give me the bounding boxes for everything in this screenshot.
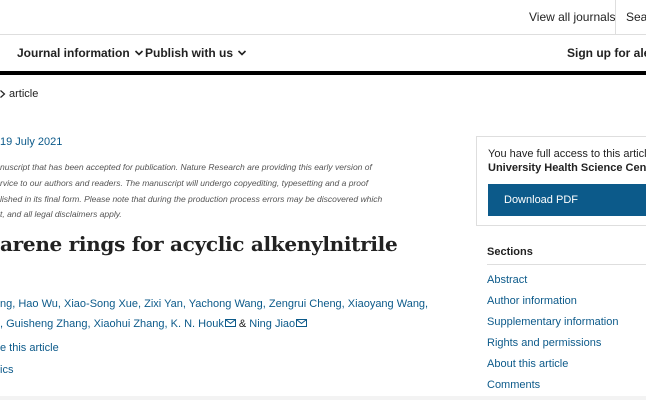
author-link[interactable]: Zixi Yan, <box>144 298 186 310</box>
publish-with-us-menu[interactable]: Publish with us <box>145 46 247 60</box>
main-nav: Journal information Publish with us Sign… <box>0 35 646 75</box>
sign-up-alerts-label: Sign up for alerts <box>567 46 646 60</box>
author-link[interactable]: Xiaohui Zhang, <box>94 318 168 330</box>
author-link[interactable]: ng, <box>0 298 15 310</box>
author-link[interactable]: Xiaoyang Wang, <box>348 298 428 310</box>
author-link[interactable]: , <box>0 318 3 330</box>
utility-bar: View all journals Search <box>0 0 646 35</box>
author-link[interactable]: Guisheng Zhang, <box>6 318 90 330</box>
notice-line: rvice to our authors and readers. The ma… <box>0 177 369 188</box>
notice-line: nuscript that has been accepted for publ… <box>0 162 372 172</box>
section-link-about-this-article[interactable]: About this article <box>487 358 568 370</box>
chevron-down-icon <box>237 50 247 56</box>
chevron-right-icon <box>0 90 6 98</box>
sections-heading: Sections <box>487 246 533 258</box>
sign-up-alerts-link[interactable]: Sign up for alerts <box>567 46 646 60</box>
section-link-supplementary-information[interactable]: Supplementary information <box>487 316 618 328</box>
section-link-abstract[interactable]: Abstract <box>487 274 527 286</box>
section-link-comments[interactable]: Comments <box>487 379 540 391</box>
section-link-rights-and-permissions[interactable]: Rights and permissions <box>487 337 601 349</box>
cite-this-article-link[interactable]: e this article <box>0 342 59 354</box>
view-all-journals-link[interactable]: View all journals <box>529 10 616 24</box>
ampersand: & <box>238 318 247 330</box>
search-link[interactable]: Search <box>626 10 646 24</box>
author-list: ng, Hao Wu, Xiao-Song Xue, Zixi Yan, Yac… <box>0 294 440 334</box>
notice-line: t, and all legal disclaimers apply. <box>0 209 122 220</box>
author-link[interactable]: Xiao-Song Xue, <box>64 298 141 310</box>
metrics-link[interactable]: ics <box>0 364 13 376</box>
section-link-author-information[interactable]: Author information <box>487 295 577 307</box>
author-link[interactable]: K. N. Houk <box>171 318 224 330</box>
divider <box>615 0 616 35</box>
breadcrumb-current: article <box>9 88 39 100</box>
download-pdf-button[interactable]: Download PDF <box>488 184 646 216</box>
journal-information-menu[interactable]: Journal information <box>17 46 144 60</box>
article-title: arene rings for acyclic alkenylnitrile <box>0 232 398 256</box>
divider <box>487 264 646 265</box>
author-link[interactable]: Hao Wu, <box>18 298 61 310</box>
email-icon[interactable] <box>296 319 308 327</box>
chevron-down-icon <box>134 50 143 56</box>
author-line-2: , Guisheng Zhang, Xiaohui Zhang, K. N. H… <box>0 314 440 334</box>
access-box: You have full access to this article via… <box>476 136 646 226</box>
published-date: 19 July 2021 <box>0 136 63 148</box>
author-link[interactable]: Zengrui Cheng, <box>269 298 345 310</box>
author-link[interactable]: Ning Jiao <box>249 318 295 330</box>
notice-line: lished in its final form. Please note th… <box>0 193 383 204</box>
publish-with-us-label: Publish with us <box>145 46 234 60</box>
email-icon[interactable] <box>224 319 236 327</box>
access-text: You have full access to this article via <box>488 148 646 160</box>
accelerated-preview-notice: nuscript that has been accepted for publ… <box>0 160 420 223</box>
journal-information-label: Journal information <box>17 46 130 60</box>
author-line-1: ng, Hao Wu, Xiao-Song Xue, Zixi Yan, Yac… <box>0 294 440 314</box>
bottom-edge <box>0 396 646 400</box>
author-link[interactable]: Yachong Wang, <box>189 298 266 310</box>
institution-name: University Health Science Center <box>488 162 646 174</box>
breadcrumb: article <box>0 88 38 100</box>
